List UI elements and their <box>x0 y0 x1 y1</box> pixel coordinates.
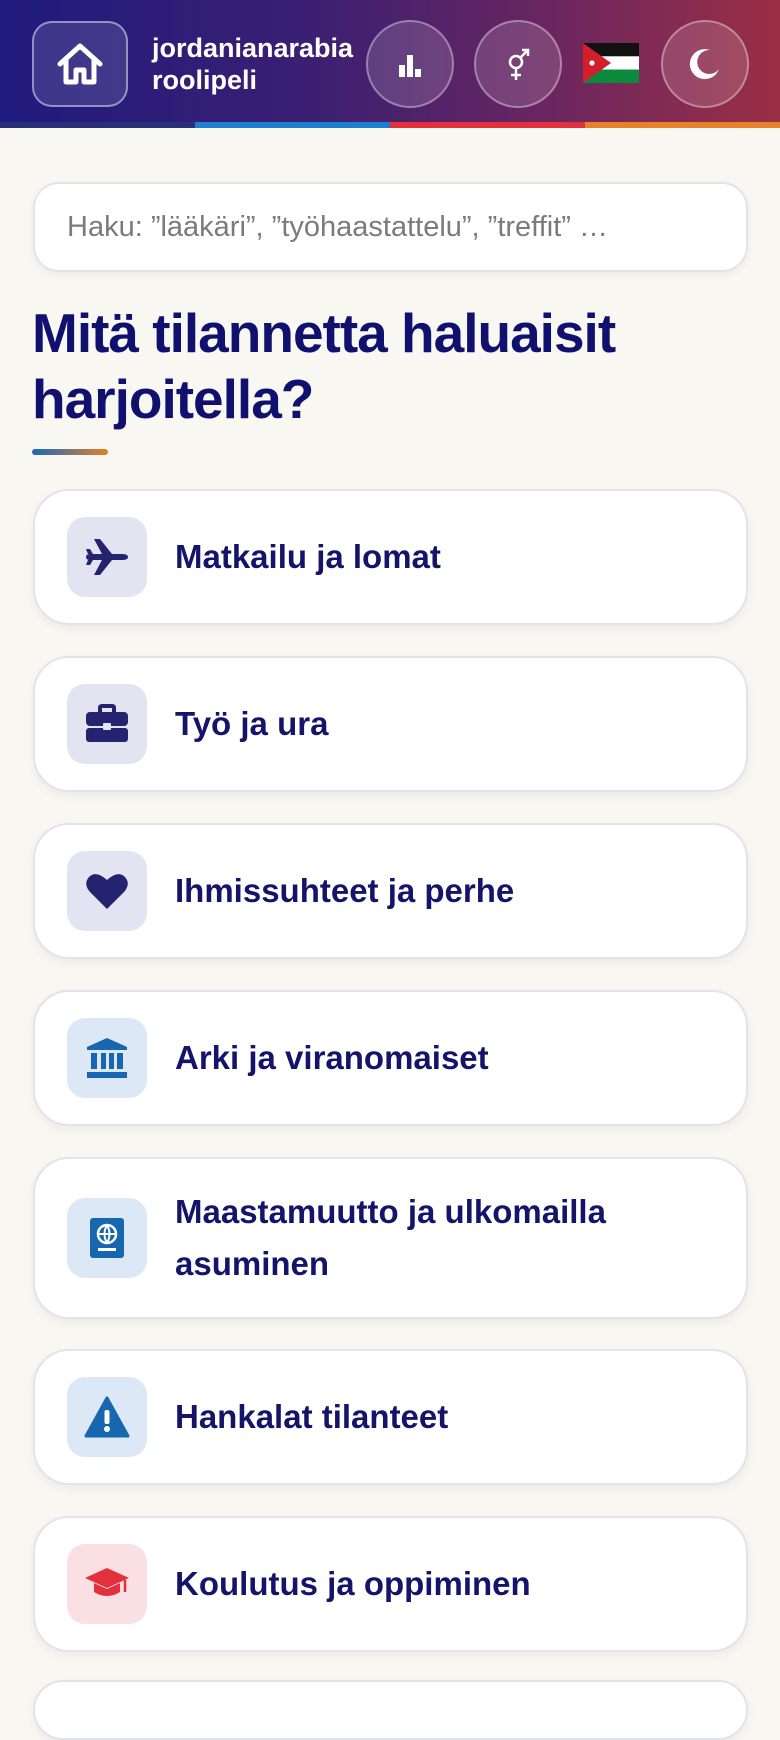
category-icon-box <box>67 684 147 764</box>
category-label: Työ ja ura <box>175 705 329 742</box>
home-icon <box>57 43 103 85</box>
category-label: Koulutus ja oppiminen <box>175 1565 531 1602</box>
category-label: Ihmissuhteet ja perhe <box>175 872 515 909</box>
category-partial[interactable] <box>33 1680 748 1740</box>
app-header: jordanianarabia roolipeli <box>0 0 780 128</box>
category-label: Hankalat tilanteet <box>175 1398 449 1435</box>
stats-button[interactable] <box>366 20 454 108</box>
category-icon-box <box>67 1377 147 1457</box>
search-box <box>33 182 748 272</box>
category-icon-box <box>67 1198 147 1278</box>
bar-chart-icon <box>399 55 421 77</box>
category-icon-box <box>67 517 147 597</box>
category-education[interactable]: Koulutus ja oppiminen <box>33 1516 748 1652</box>
briefcase-icon <box>86 704 128 742</box>
category-icon-box <box>67 1544 147 1624</box>
dark-mode-button[interactable] <box>661 20 749 108</box>
category-icon-box <box>67 1018 147 1098</box>
category-travel[interactable]: Matkailu ja lomat <box>33 489 748 625</box>
category-daily-life[interactable]: Arki ja viranomaiset <box>33 990 748 1126</box>
search-input[interactable] <box>65 209 716 245</box>
home-button[interactable] <box>32 21 128 107</box>
jordan-flag-icon[interactable] <box>583 43 639 83</box>
passport-icon <box>90 1218 124 1258</box>
airplane-icon <box>86 539 128 575</box>
bank-icon <box>87 1038 127 1078</box>
accent-bar <box>0 122 780 128</box>
category-relationships[interactable]: Ihmissuhteet ja perhe <box>33 823 748 959</box>
heart-icon <box>86 874 128 909</box>
category-label: Maastamuutto ja ulkomailla asuminen <box>175 1193 606 1282</box>
category-emigration[interactable]: Maastamuutto ja ulkomailla asuminen <box>33 1157 748 1319</box>
moon-icon <box>689 49 719 80</box>
title-underline <box>32 449 108 455</box>
brand-line-2: roolipeli <box>152 65 258 95</box>
graduation-cap-icon <box>85 1568 129 1596</box>
category-work[interactable]: Työ ja ura <box>33 656 748 792</box>
warning-icon <box>84 1396 130 1438</box>
brand-line-1: jordanianarabia <box>152 33 354 63</box>
page-title: Mitä tilannetta haluaisit harjoitella? <box>32 302 616 430</box>
category-label: Matkailu ja lomat <box>175 538 441 575</box>
category-difficult-situations[interactable]: Hankalat tilanteet <box>33 1349 748 1485</box>
app-brand: jordanianarabia roolipeli <box>152 32 370 96</box>
category-label: Arki ja viranomaiset <box>175 1039 489 1076</box>
category-icon-box <box>67 851 147 931</box>
gender-button[interactable] <box>474 20 562 108</box>
gender-icon <box>508 48 530 80</box>
